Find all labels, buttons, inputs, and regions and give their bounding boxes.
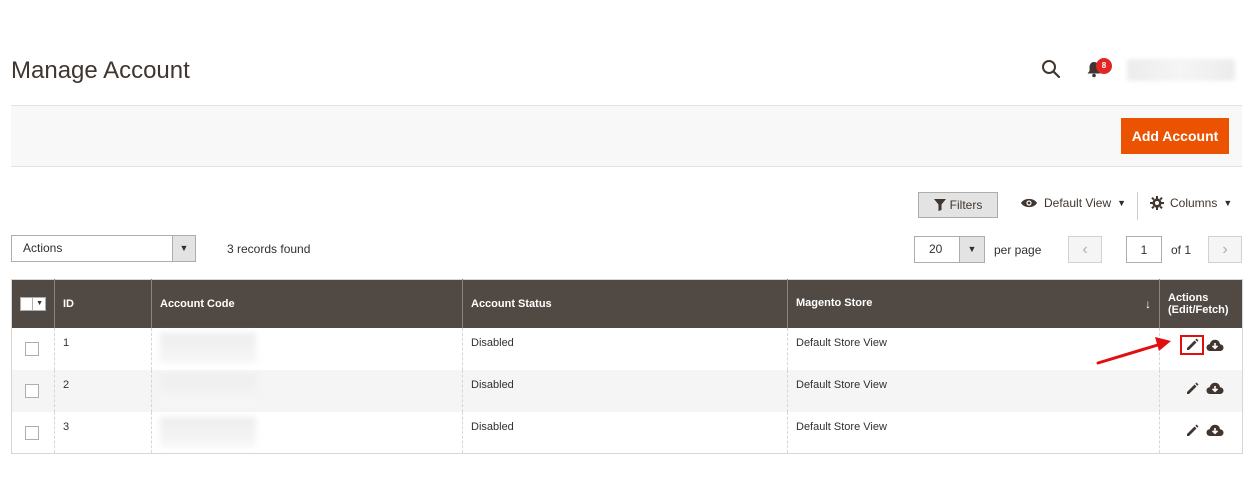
grid-header-row: ▼ ID Account Code Account Status Magento…	[11, 279, 1243, 328]
notification-badge: 8	[1096, 58, 1112, 74]
cloud-download-icon[interactable]	[1206, 382, 1224, 395]
column-header-actions: Actions (Edit/Fetch)	[1159, 279, 1243, 328]
gear-icon	[1150, 196, 1164, 210]
cell-store: Default Store View	[787, 369, 1160, 412]
cell-actions	[1160, 412, 1243, 454]
row-checkbox-cell	[11, 411, 55, 454]
filters-button[interactable]: Filters	[918, 192, 998, 218]
pencil-icon	[1186, 338, 1198, 350]
cell-id: 1	[54, 327, 152, 370]
column-header-magento-store[interactable]: Magento Store ↓	[787, 279, 1160, 328]
cell-account-code	[151, 411, 463, 454]
eye-icon	[1021, 198, 1037, 208]
chevron-down-icon: ▼	[959, 237, 984, 262]
actions-header-line2: (Edit/Fetch)	[1168, 303, 1229, 316]
cell-id: 2	[54, 369, 152, 412]
row-checkbox[interactable]	[25, 383, 39, 398]
previous-page-button[interactable]: ‹	[1068, 236, 1102, 263]
column-header-account-status[interactable]: Account Status	[462, 279, 788, 328]
page-size-select[interactable]: 20 ▼	[914, 236, 985, 263]
cell-status: Disabled	[462, 369, 788, 412]
current-page-input[interactable]	[1126, 236, 1162, 263]
total-pages: of 1	[1171, 243, 1192, 257]
table-row: 3 Disabled Default Store View	[11, 411, 1243, 454]
redacted-account-code	[160, 374, 256, 405]
pencil-icon	[1186, 382, 1198, 394]
row-checkbox[interactable]	[25, 425, 39, 440]
filters-label: Filters	[949, 198, 983, 212]
cell-actions	[1160, 328, 1243, 370]
columns-switcher[interactable]: Columns ▼	[1150, 196, 1232, 210]
add-account-button[interactable]: Add Account	[1121, 118, 1229, 154]
edit-button[interactable]	[1180, 421, 1204, 441]
column-header-id[interactable]: ID	[54, 279, 152, 328]
page-title: Manage Account	[11, 57, 190, 84]
table-row: 2 Disabled Default Store View	[11, 369, 1243, 412]
caret-down-icon: ▼	[1223, 198, 1233, 208]
chevron-left-icon: ‹	[1082, 240, 1088, 258]
next-page-button[interactable]: ›	[1208, 236, 1242, 263]
redacted-account-code	[160, 332, 256, 363]
caret-down-icon: ▼	[1117, 198, 1127, 208]
cell-account-code	[151, 327, 463, 370]
page-actions-bar	[11, 105, 1242, 167]
row-checkbox-cell	[11, 327, 55, 370]
chevron-right-icon: ›	[1222, 240, 1228, 258]
table-row: 1 Disabled Default Store View	[11, 327, 1243, 370]
cell-actions	[1159, 369, 1243, 412]
mass-actions-select[interactable]: Actions ▼	[11, 235, 196, 262]
edit-button[interactable]	[1180, 379, 1204, 399]
cell-id: 3	[54, 411, 152, 454]
chevron-down-icon: ▼	[172, 236, 195, 261]
per-page-label: per page	[994, 243, 1042, 257]
magento-store-label: Magento Store	[796, 296, 873, 309]
cloud-download-icon[interactable]	[1206, 424, 1224, 437]
sort-arrow-icon: ↓	[1145, 296, 1151, 311]
redacted-account-code	[160, 416, 256, 447]
records-found: 3 records found	[227, 242, 311, 256]
row-checkbox-cell	[11, 369, 55, 412]
toolbar-divider	[1137, 192, 1138, 220]
user-account-menu[interactable]	[1127, 59, 1235, 81]
pencil-icon	[1186, 424, 1198, 436]
filter-icon	[933, 199, 946, 211]
search-icon[interactable]	[1041, 59, 1061, 79]
column-header-account-code[interactable]: Account Code	[151, 279, 463, 328]
cell-store: Default Store View	[787, 411, 1160, 454]
actions-header-line1: Actions	[1168, 291, 1209, 304]
accounts-grid: ▼ ID Account Code Account Status Magento…	[11, 279, 1243, 454]
mass-select-header: ▼	[11, 279, 55, 328]
mass-actions-label: Actions	[23, 241, 63, 255]
page-size-value: 20	[929, 242, 943, 256]
cell-account-code	[151, 369, 463, 412]
cloud-download-icon[interactable]	[1206, 339, 1224, 352]
cell-store: Default Store View	[787, 327, 1160, 370]
cell-status: Disabled	[462, 411, 788, 454]
mass-select-checkbox[interactable]: ▼	[20, 296, 46, 311]
columns-label: Columns	[1170, 196, 1218, 210]
row-checkbox[interactable]	[25, 341, 39, 356]
view-switcher[interactable]: Default View ▼	[1020, 196, 1126, 210]
edit-button[interactable]	[1180, 334, 1204, 355]
view-label: Default View	[1044, 196, 1112, 210]
cell-status: Disabled	[462, 327, 788, 370]
